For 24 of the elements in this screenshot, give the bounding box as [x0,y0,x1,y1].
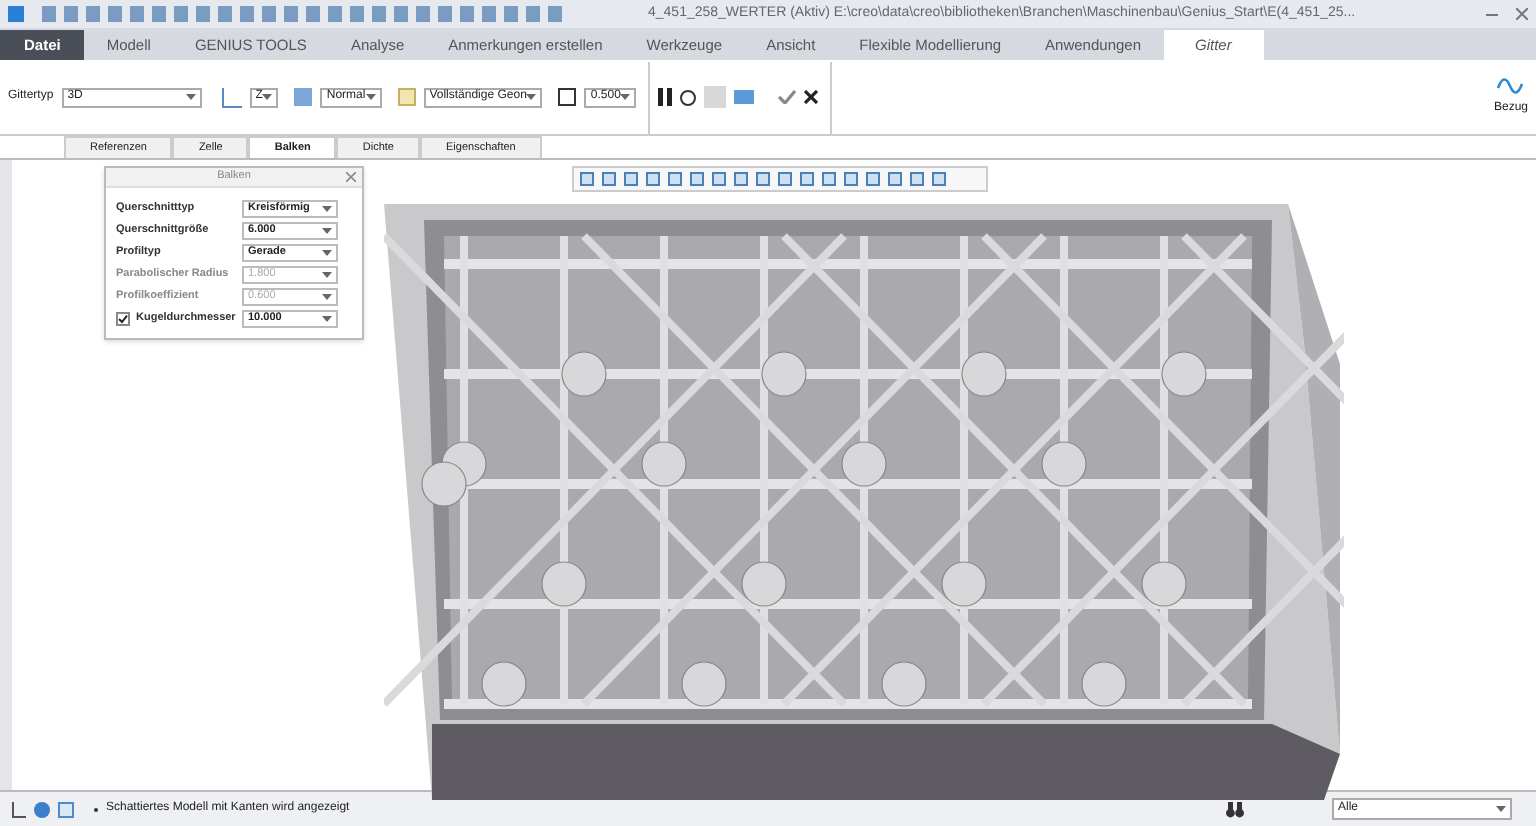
caret-icon [322,271,332,277]
window-icon[interactable] [58,801,74,817]
minimize-icon[interactable] [1486,13,1498,15]
pause-icon[interactable] [658,88,673,106]
caret-icon [322,293,332,299]
check-icon[interactable] [778,90,797,104]
checkbox[interactable] [116,311,130,325]
caret-icon [322,249,332,255]
caret-icon [185,94,196,100]
close-icon[interactable] [804,90,819,104]
caret-icon [322,205,332,211]
caret-icon [526,94,537,100]
caret-icon [322,315,332,321]
caret-icon [1496,806,1506,812]
axis-icon[interactable] [221,87,242,107]
caret-icon [620,94,631,100]
square-icon[interactable] [397,88,416,106]
caret-icon [365,94,376,100]
wave-icon [1497,78,1525,94]
stop-icon[interactable] [680,89,697,105]
binoculars-icon[interactable] [1226,801,1244,817]
caret-icon [262,94,273,100]
scale-icon[interactable] [558,88,577,106]
caret-icon [322,227,332,233]
